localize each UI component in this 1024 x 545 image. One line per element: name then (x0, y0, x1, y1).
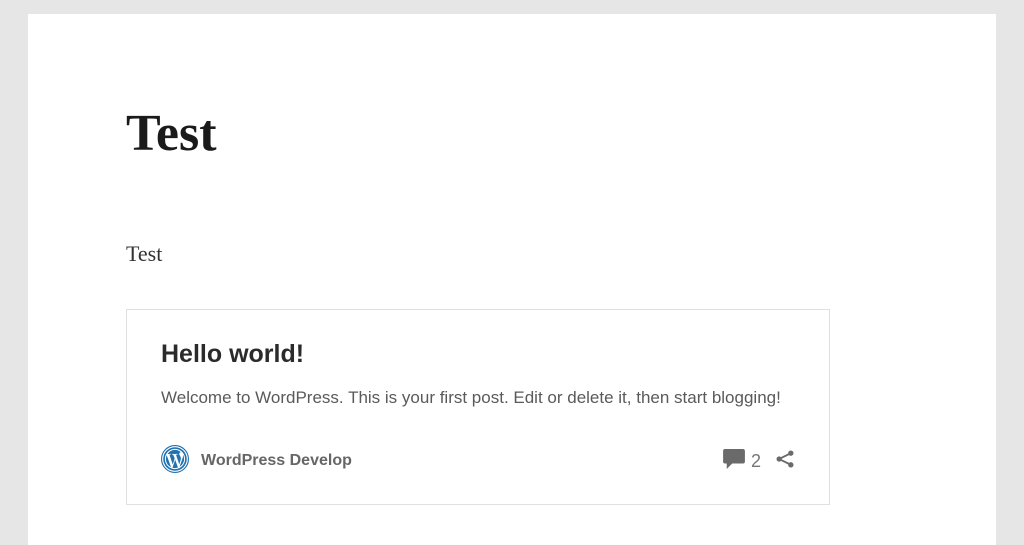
post-excerpt: Welcome to WordPress. This is your first… (161, 385, 795, 411)
post-meta: 2 (723, 449, 795, 474)
page-container: Test Test Hello world! Welcome to WordPr… (28, 14, 996, 545)
post-title[interactable]: Hello world! (161, 340, 795, 369)
page-subtitle: Test (126, 241, 898, 267)
share-icon[interactable] (775, 449, 795, 474)
wordpress-logo-icon (161, 445, 189, 478)
comment-icon (723, 449, 745, 474)
post-source-name: WordPress Develop (201, 452, 352, 470)
post-source[interactable]: WordPress Develop (161, 445, 352, 478)
post-footer: WordPress Develop 2 (161, 445, 795, 478)
post-embed-card[interactable]: Hello world! Welcome to WordPress. This … (126, 309, 830, 505)
page-title: Test (126, 104, 898, 163)
comments-link[interactable]: 2 (723, 449, 761, 474)
comment-count: 2 (751, 451, 761, 472)
